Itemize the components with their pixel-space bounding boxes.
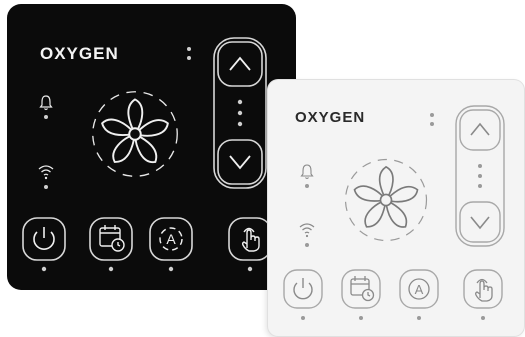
auto-mode-letter: A bbox=[415, 282, 424, 297]
brand-logo: OXYGEN bbox=[40, 44, 119, 63]
wifi-icon bbox=[299, 223, 315, 247]
schedule-button[interactable] bbox=[88, 216, 136, 274]
fan-icon[interactable] bbox=[340, 154, 432, 246]
bell-icon bbox=[39, 95, 53, 119]
touch-hand-icon bbox=[475, 278, 493, 302]
menu-dots-icon[interactable] bbox=[429, 112, 435, 128]
down-button[interactable] bbox=[459, 201, 501, 243]
up-button[interactable] bbox=[459, 109, 501, 151]
chevron-down-icon bbox=[470, 216, 490, 230]
wifi-icon bbox=[38, 165, 54, 189]
calendar-clock-icon bbox=[350, 276, 375, 302]
menu-dots-icon[interactable] bbox=[186, 46, 192, 62]
auto-mode-letter: A bbox=[166, 231, 176, 247]
power-button[interactable] bbox=[282, 268, 326, 324]
down-button[interactable] bbox=[217, 139, 263, 185]
auto-mode-button[interactable]: A bbox=[148, 216, 196, 274]
bell-icon bbox=[300, 164, 314, 188]
up-button[interactable] bbox=[217, 41, 263, 87]
speed-control bbox=[455, 105, 505, 247]
touch-button[interactable] bbox=[462, 268, 506, 324]
brand-logo: OXYGEN bbox=[295, 109, 366, 126]
fan-icon[interactable] bbox=[87, 86, 183, 182]
power-button[interactable] bbox=[21, 216, 69, 274]
chevron-up-icon bbox=[470, 122, 490, 136]
auto-mode-button[interactable]: A bbox=[398, 268, 442, 324]
calendar-clock-icon bbox=[99, 225, 125, 252]
schedule-button[interactable] bbox=[340, 268, 384, 324]
light-control-panel: OXYGEN A bbox=[268, 80, 524, 336]
dark-control-panel: OXYGEN A bbox=[7, 4, 296, 290]
speed-control bbox=[213, 37, 267, 189]
chevron-down-icon bbox=[229, 155, 251, 170]
touch-hand-icon bbox=[241, 227, 260, 252]
chevron-up-icon bbox=[229, 56, 251, 71]
